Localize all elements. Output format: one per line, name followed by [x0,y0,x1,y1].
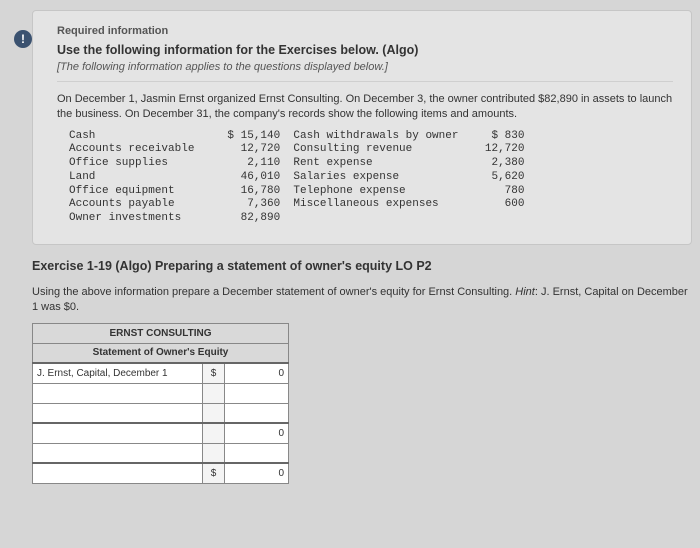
worksheet-title-row: ERNST CONSULTING [33,323,289,343]
worksheet-subtitle: Statement of Owner's Equity [33,343,289,363]
instruction-text-a: Using the above information prepare a De… [32,286,515,298]
currency-sign-cell [203,383,225,403]
value-cell[interactable]: 0 [225,363,289,383]
worksheet-table: ERNST CONSULTING Statement of Owner's Eq… [32,323,289,484]
table-row [33,403,289,423]
exercise-section: Exercise 1-19 (Algo) Preparing a stateme… [32,259,692,484]
required-info-label: Required information [57,25,673,37]
table-row: $ 0 [33,463,289,483]
table-row [33,443,289,463]
row-label-cell[interactable]: J. Ernst, Capital, December 1 [33,363,203,383]
ledger-table: Cash $ 15,140 Cash withdrawals by owner … [69,130,673,226]
value-cell[interactable] [225,443,289,463]
row-label-cell[interactable] [33,403,203,423]
applies-note: [The following information applies to th… [57,61,673,73]
worksheet-subtitle-row: Statement of Owner's Equity [33,343,289,363]
row-label-cell[interactable] [33,423,203,443]
currency-sign-cell [203,403,225,423]
exercise-instruction: Using the above information prepare a De… [32,285,692,315]
table-row: J. Ernst, Capital, December 1 $ 0 [33,363,289,383]
exercise-heading: Exercise 1-19 (Algo) Preparing a stateme… [32,259,692,273]
value-cell[interactable]: 0 [225,463,289,483]
row-label-cell[interactable] [33,383,203,403]
table-row [33,383,289,403]
value-cell[interactable] [225,383,289,403]
divider [57,81,673,82]
table-row: 0 [33,423,289,443]
currency-sign-cell [203,443,225,463]
use-info-heading: Use the following information for the Ex… [57,43,673,57]
value-cell[interactable]: 0 [225,423,289,443]
currency-sign-cell: $ [203,363,225,383]
intro-paragraph: On December 1, Jasmin Ernst organized Er… [57,92,673,122]
currency-sign-cell [203,423,225,443]
hint-label: Hint [515,286,535,298]
info-card: Required information Use the following i… [32,10,692,245]
row-label-cell[interactable] [33,463,203,483]
currency-sign-cell: $ [203,463,225,483]
worksheet-title: ERNST CONSULTING [33,323,289,343]
value-cell[interactable] [225,403,289,423]
alert-icon: ! [14,30,32,48]
row-label-cell[interactable] [33,443,203,463]
